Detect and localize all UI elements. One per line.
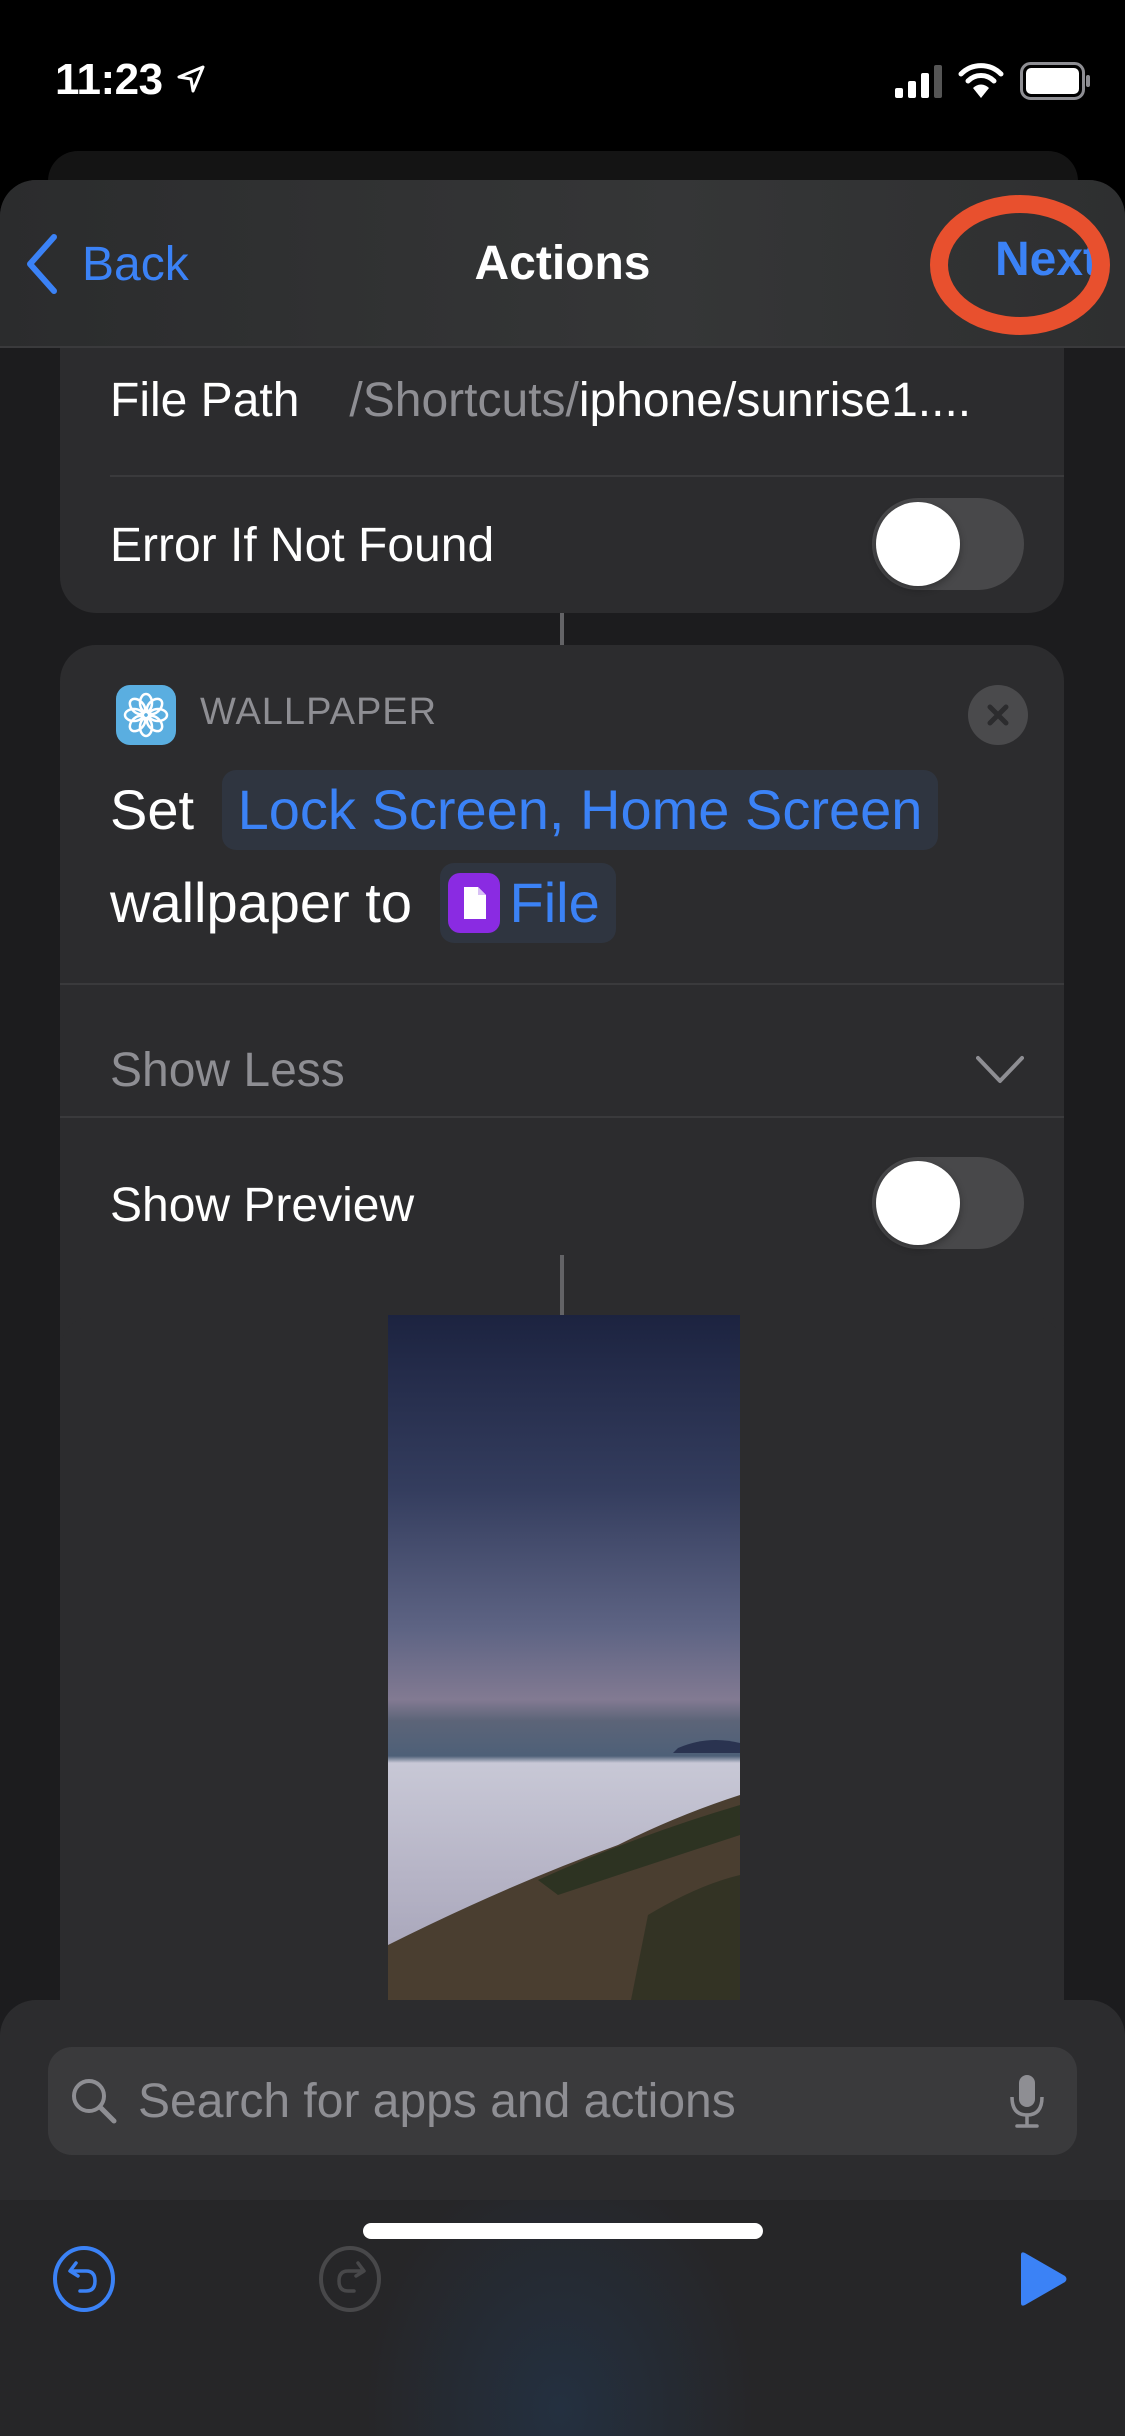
page-title: Actions (474, 237, 651, 290)
action-connector-line (560, 613, 564, 645)
show-less-label: Show Less (110, 1043, 345, 1097)
error-if-not-found-label: Error If Not Found (110, 518, 495, 572)
toggle-knob (876, 1161, 960, 1245)
search-field[interactable] (48, 2047, 1077, 2155)
file-path-value[interactable]: /Shortcuts/iphone/sunrise1.... (349, 373, 971, 428)
remove-action-button[interactable] (968, 685, 1028, 745)
error-if-not-found-toggle[interactable] (872, 498, 1024, 590)
action-category-label: WALLPAPER (200, 691, 438, 733)
status-time: 11:23 (55, 55, 163, 104)
redo-button[interactable] (318, 2245, 382, 2313)
flower-icon (123, 692, 169, 738)
action-connector-line (560, 1255, 564, 1315)
run-shortcut-play-button[interactable] (1018, 2251, 1068, 2307)
file-variable-token[interactable]: File (439, 863, 616, 943)
search-icon (72, 2079, 117, 2124)
file-path-row[interactable]: File Path /Shortcuts/iphone/sunrise1.... (110, 360, 1024, 440)
set-word: Set (110, 778, 195, 841)
home-indicator[interactable] (363, 2223, 763, 2239)
file-path-prefix: /Shortcuts/ (349, 373, 579, 427)
divider (60, 1116, 1064, 1118)
divider (110, 475, 1064, 477)
wallpaper-preview-card (60, 1315, 1064, 2015)
next-button[interactable]: Next (995, 232, 1099, 287)
wifi-icon (958, 63, 1004, 98)
chevron-down-icon (976, 1056, 1024, 1083)
show-preview-toggle[interactable] (872, 1157, 1024, 1249)
undo-button[interactable] (52, 2245, 116, 2313)
wallpaper-location-token[interactable]: Lock Screen, Home Screen (221, 770, 939, 850)
action-sentence-line-2: wallpaper to File (110, 863, 616, 943)
divider (60, 983, 1064, 985)
show-preview-label: Show Preview (110, 1178, 415, 1232)
battery-icon (1020, 62, 1090, 100)
search-input[interactable] (138, 2073, 1007, 2129)
action-sentence-line-1: Set Lock Screen, Home Screen (110, 770, 939, 850)
status-bar: 11:23 (0, 0, 1125, 140)
bottom-panel (0, 2000, 1125, 2436)
show-less-row[interactable]: Show Less (110, 1030, 1024, 1110)
wallpaper-preview-image[interactable] (388, 1315, 740, 2015)
location-arrow-icon (177, 65, 205, 93)
navigation-bar: Back Actions Next (0, 180, 1125, 348)
file-path-text: iphone/sunrise1.... (578, 373, 972, 427)
file-path-label: File Path (110, 373, 300, 427)
wallpaper-to-text: wallpaper to (110, 871, 412, 934)
microphone-icon[interactable] (1007, 2073, 1047, 2129)
toggle-knob (876, 502, 960, 586)
file-token-label: File (509, 871, 600, 934)
file-icon (447, 873, 500, 934)
cellular-signal-icon (895, 65, 942, 98)
close-icon (987, 704, 1009, 726)
wallpaper-app-icon (116, 685, 176, 745)
